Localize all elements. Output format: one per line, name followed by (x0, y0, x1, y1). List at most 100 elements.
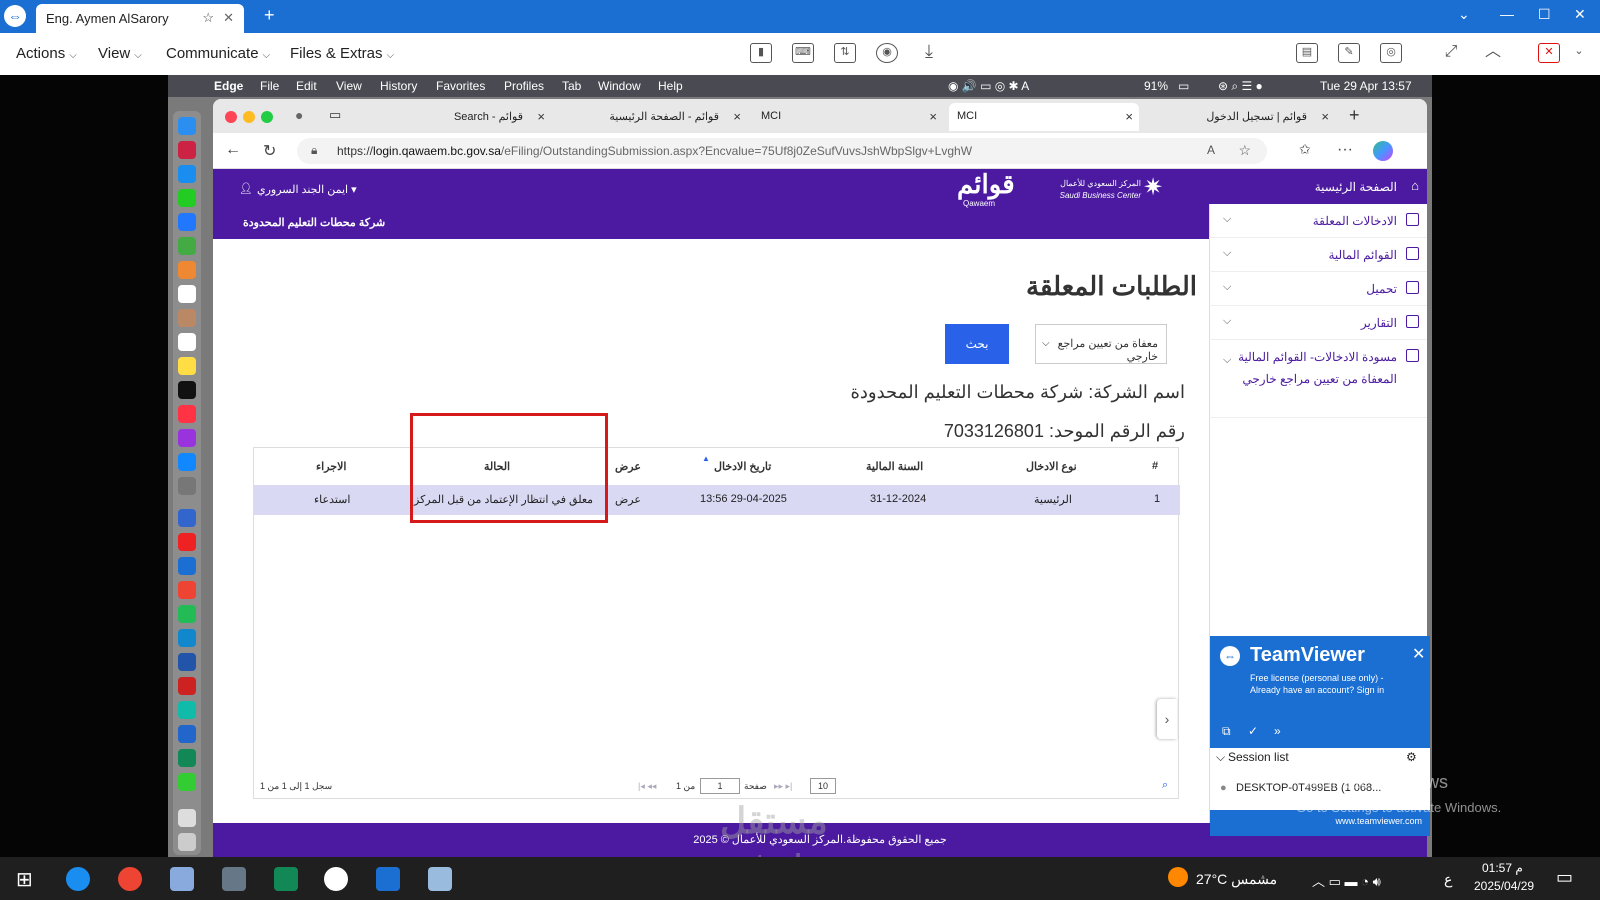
clock-time[interactable]: 01:57 م (1482, 861, 1523, 875)
document-icon[interactable]: ▤ (1296, 43, 1318, 63)
contacts-icon[interactable] (178, 309, 196, 327)
new-tab-icon[interactable]: + (264, 5, 275, 26)
launchpad-icon[interactable] (178, 141, 196, 159)
download-icon[interactable]: ⤓ (918, 42, 940, 63)
star-icon[interactable]: ☆ (202, 10, 214, 26)
tab-actions-icon[interactable]: ▭ (329, 107, 341, 123)
tab-home[interactable]: قوائم - الصفحة الرئيسية × (557, 103, 747, 131)
word-icon[interactable] (178, 653, 196, 671)
close-window-icon[interactable]: ✕ (1574, 6, 1586, 23)
back-icon[interactable]: ← (225, 141, 241, 159)
menu-edit[interactable]: Edit (296, 79, 317, 93)
photos-icon[interactable] (178, 261, 196, 279)
next-last-icons[interactable]: ▸▸ ▸| (774, 781, 792, 792)
teamviewer-url[interactable]: www.teamviewer.com (1335, 816, 1422, 826)
close-icon[interactable]: × (733, 109, 741, 124)
teamviewer-taskbar-icon[interactable] (324, 867, 348, 891)
remote-icon[interactable] (178, 725, 196, 743)
whiteboard-icon[interactable]: ✎ (1338, 43, 1360, 63)
chevron-down-icon[interactable]: ⌄ (1458, 6, 1470, 23)
col-fiscal-year[interactable]: السنة المالية (866, 460, 923, 473)
menu-history[interactable]: History (380, 79, 417, 93)
music-icon[interactable] (178, 405, 196, 423)
tab-login[interactable]: قوائم | تسجيل الدخول × (1145, 103, 1335, 131)
end-session-icon[interactable]: ✕ (1538, 43, 1560, 63)
sidebar-item-upload[interactable]: ⌵ تحميل (1209, 272, 1427, 306)
menu-view[interactable]: View ⌵ (98, 45, 142, 62)
sidebar-item-statements[interactable]: ⌵ القوائم المالية (1209, 238, 1427, 272)
menu-tab[interactable]: Tab (562, 79, 581, 93)
teamviewer-session-tab[interactable]: Eng. Aymen AlSarory ☆ ✕ (36, 4, 244, 33)
notification-icon[interactable]: ▭ (1556, 867, 1573, 888)
screenshot-icon[interactable]: ◎ (1380, 43, 1402, 63)
facetime-icon[interactable] (178, 773, 196, 791)
maps-icon[interactable] (178, 237, 196, 255)
finder-icon[interactable] (178, 117, 196, 135)
col-entry-date[interactable]: تاريخ الادخال (714, 460, 771, 473)
minimize-dot-icon[interactable] (243, 111, 255, 123)
keyboard-icon[interactable]: ⌨ (792, 43, 814, 63)
paint-taskbar-icon[interactable] (428, 867, 452, 891)
url-field[interactable]: 🔒︎ https://login.qawaem.bc.gov.sa/eFilin… (297, 138, 1267, 164)
pdf-icon[interactable] (178, 677, 196, 695)
downloads-icon[interactable] (178, 809, 196, 827)
record-icon[interactable]: ◉ (876, 43, 898, 63)
safari-icon[interactable] (178, 165, 196, 183)
whatsapp-icon[interactable] (178, 605, 196, 623)
col-entry-type[interactable]: نوع الادخال (1026, 460, 1077, 473)
podcasts-icon[interactable] (178, 429, 196, 447)
copilot-icon[interactable] (1373, 141, 1393, 161)
maximize-icon[interactable]: ☐ (1538, 6, 1551, 23)
sidebar-item-home[interactable]: الصفحة الرئيسية ⌂ (1209, 169, 1427, 204)
chrome-icon[interactable] (178, 581, 196, 599)
menu-view[interactable]: View (336, 79, 362, 93)
favorite-star-icon[interactable]: ☆ (1238, 142, 1251, 159)
menu-favorites[interactable]: Favorites (436, 79, 485, 93)
menu-actions[interactable]: Actions ⌵ (16, 45, 77, 62)
read-aloud-icon[interactable]: A (1207, 143, 1215, 157)
filter-select[interactable]: معفاة من تعيين مراجع خارجي ⌵ (1035, 324, 1167, 364)
language-indicator[interactable]: ع (1444, 871, 1452, 888)
menu-edge[interactable]: Edge (214, 79, 243, 93)
tab-search[interactable]: Search - قوائم × (361, 103, 551, 131)
edge-taskbar-icon[interactable] (66, 867, 90, 891)
app-taskbar-icon[interactable] (170, 867, 194, 891)
minimize-icon[interactable]: — (1500, 6, 1514, 22)
edge-dev-icon[interactable] (178, 701, 196, 719)
collapse-toolbar-icon[interactable]: ︿ (1482, 43, 1504, 63)
weather-text[interactable]: 27°C مشمس (1196, 871, 1277, 888)
trash-icon[interactable] (178, 833, 196, 851)
close-icon[interactable]: × (1125, 109, 1133, 124)
first-last-icons[interactable]: |◂ ◂◂ (638, 781, 656, 792)
sidebar-item-reports[interactable]: ⌵ التقارير (1209, 306, 1427, 340)
more-icon[interactable]: ··· (1337, 141, 1353, 159)
reminders-icon[interactable] (178, 333, 196, 351)
chevron-down-icon[interactable]: ⌄ (1568, 43, 1590, 63)
fullscreen-icon[interactable]: ⤢ (1440, 43, 1462, 63)
user-menu[interactable]: ايمن الجند السروري ▾ (257, 183, 357, 196)
menu-window[interactable]: Window (598, 79, 641, 93)
page-size-select[interactable]: 10 (810, 778, 836, 794)
menu-help[interactable]: Help (658, 79, 683, 93)
copy-icon[interactable]: ⧉ (1222, 724, 1231, 739)
weather-icon[interactable] (1168, 867, 1188, 887)
teamviewer-active-taskbar-icon[interactable] (376, 867, 400, 891)
expand-icon[interactable]: » (1274, 724, 1281, 738)
new-tab-icon[interactable]: + (1349, 105, 1360, 126)
calculator-taskbar-icon[interactable] (222, 867, 246, 891)
teamviewer-dock-icon[interactable] (178, 557, 196, 575)
close-icon[interactable]: × (1321, 109, 1329, 124)
close-dot-icon[interactable] (225, 111, 237, 123)
view-link[interactable]: عرض (615, 493, 641, 506)
collapse-arrow-icon[interactable]: › (1157, 699, 1177, 739)
profile-icon[interactable]: ● (295, 107, 303, 123)
excel-taskbar-icon[interactable] (274, 867, 298, 891)
close-icon[interactable]: × (929, 109, 937, 124)
settings-icon[interactable] (178, 477, 196, 495)
col-view[interactable]: عرض (615, 460, 641, 473)
refresh-icon[interactable]: ↻ (263, 141, 276, 161)
notes-icon[interactable] (178, 357, 196, 375)
file-transfer-icon[interactable]: ⇅ (834, 43, 856, 63)
calendar-icon[interactable] (178, 285, 196, 303)
close-icon[interactable]: × (537, 109, 545, 124)
